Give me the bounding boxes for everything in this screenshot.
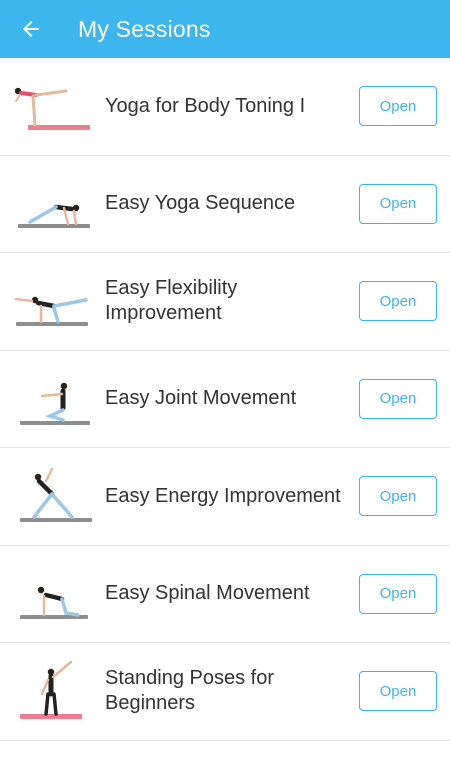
yoga-pose-icon	[20, 586, 88, 619]
session-row[interactable]: Easy Energy Improvement Open	[0, 448, 450, 546]
session-row[interactable]: Standing Poses for Beginners Open	[0, 643, 450, 741]
session-title: Easy Spinal Movement	[105, 582, 310, 605]
yoga-pose-icon	[20, 382, 90, 425]
session-row[interactable]: Easy Flexibility Improvement Open	[0, 253, 450, 351]
session-thumbnail	[8, 461, 98, 531]
yoga-pose-icon	[14, 88, 90, 131]
session-row[interactable]: Easy Joint Movement Open	[0, 351, 450, 448]
session-thumbnail	[8, 656, 98, 726]
open-button[interactable]: Open	[359, 86, 437, 127]
arrow-left-icon	[23, 21, 39, 37]
back-button[interactable]	[0, 0, 62, 58]
yoga-pose-icon	[20, 468, 92, 523]
session-title: Standing Poses for Beginners	[105, 667, 274, 715]
app-bar: My Sessions	[0, 0, 450, 58]
page-title: My Sessions	[78, 15, 211, 42]
yoga-pose-icon	[18, 204, 90, 228]
open-button[interactable]: Open	[359, 671, 437, 712]
open-button[interactable]: Open	[359, 476, 437, 517]
session-thumbnail	[8, 169, 98, 239]
yoga-pose-icon	[14, 297, 88, 327]
session-title: Easy Flexibility Improvement	[105, 277, 238, 325]
open-button[interactable]: Open	[359, 378, 437, 419]
session-thumbnail	[8, 71, 98, 141]
yoga-pose-icon	[20, 661, 82, 720]
session-row[interactable]: Easy Yoga Sequence Open	[0, 156, 450, 253]
open-button[interactable]: Open	[359, 573, 437, 614]
open-button[interactable]: Open	[359, 183, 437, 224]
session-title: Yoga for Body Toning I	[105, 94, 306, 117]
session-list: Yoga for Body Toning I Open Easy Yoga Se…	[0, 58, 450, 741]
session-thumbnail	[8, 559, 98, 629]
session-thumbnail	[8, 364, 98, 434]
session-title: Easy Energy Improvement	[105, 484, 341, 507]
session-row[interactable]: Easy Spinal Movement Open	[0, 546, 450, 643]
session-row[interactable]: Yoga for Body Toning I Open	[0, 58, 450, 156]
session-title: Easy Yoga Sequence	[105, 192, 296, 215]
session-thumbnail	[8, 266, 98, 336]
open-button[interactable]: Open	[359, 281, 437, 322]
session-title: Easy Joint Movement	[105, 387, 297, 410]
